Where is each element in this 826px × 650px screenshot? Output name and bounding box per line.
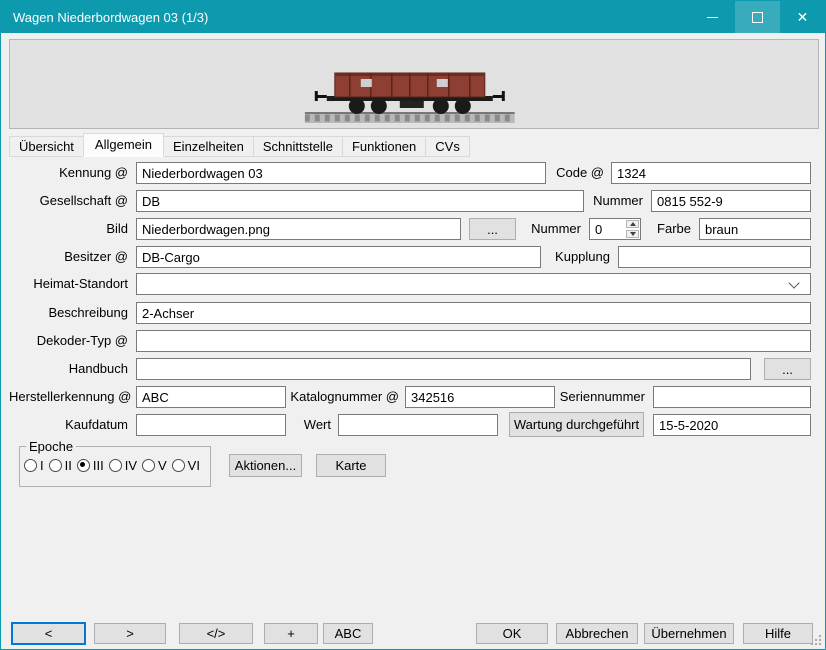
epoche-radio-5-label: V	[158, 458, 167, 473]
besitzer-input[interactable]	[136, 246, 541, 268]
chevron-down-icon	[788, 277, 799, 288]
stepper-down-button[interactable]	[626, 230, 639, 238]
gesellschaft-input[interactable]	[136, 190, 584, 212]
karte-button[interactable]: Karte	[316, 454, 386, 477]
beschreibung-input[interactable]	[136, 302, 811, 324]
epoche-radio-3[interactable]: III	[77, 458, 104, 473]
herstellerkennung-input[interactable]	[136, 386, 286, 408]
nummer-input[interactable]	[651, 190, 811, 212]
radio-icon	[172, 459, 185, 472]
uebernehmen-button[interactable]: Übernehmen	[644, 623, 734, 644]
handbuch-label: Handbuch	[9, 361, 128, 376]
radio-icon	[77, 459, 90, 472]
abc-button[interactable]: ABC	[323, 623, 373, 644]
resize-grip[interactable]	[811, 635, 821, 645]
epoche-radio-2-label: II	[65, 458, 72, 473]
kaufdatum-input[interactable]	[136, 414, 286, 436]
epoche-options: I II III IV V VI	[24, 458, 206, 473]
stepper-buttons	[625, 219, 640, 239]
aktionen-button[interactable]: Aktionen...	[229, 454, 302, 477]
seriennummer-input[interactable]	[653, 386, 811, 408]
katalognummer-label: Katalognummer @	[289, 389, 399, 404]
code-input[interactable]	[611, 162, 811, 184]
abbrechen-button[interactable]: Abbrechen	[556, 623, 638, 644]
epoche-group: Epoche I II III IV V	[19, 439, 211, 487]
wagon-photo-panel	[9, 39, 819, 129]
epoche-radio-2[interactable]: II	[49, 458, 72, 473]
kennung-label: Kennung @	[9, 165, 128, 180]
epoche-radio-1[interactable]: I	[24, 458, 44, 473]
wagon-editor-dialog: Wagen Niederbordwagen 03 (1/3) ✕	[0, 0, 826, 650]
nav-next-button[interactable]: >	[94, 623, 166, 644]
epoche-radio-5[interactable]: V	[142, 458, 167, 473]
tab-allgemein[interactable]: Allgemein	[83, 133, 164, 157]
minimize-button[interactable]	[690, 1, 735, 33]
bild-browse-button[interactable]: ...	[469, 218, 516, 240]
bild-nummer-input[interactable]	[590, 219, 625, 239]
kupplung-label: Kupplung	[544, 249, 610, 264]
kennung-input[interactable]	[136, 162, 546, 184]
kaufdatum-label: Kaufdatum	[9, 417, 128, 432]
besitzer-label: Besitzer @	[9, 249, 128, 264]
wert-label: Wert	[296, 417, 331, 432]
stepper-up-button[interactable]	[626, 220, 639, 228]
tab-cvs[interactable]: CVs	[425, 136, 470, 157]
titlebar[interactable]: Wagen Niederbordwagen 03 (1/3) ✕	[1, 1, 825, 33]
epoche-radio-4[interactable]: IV	[109, 458, 137, 473]
bild-label: Bild	[9, 221, 128, 236]
epoche-radio-4-label: IV	[125, 458, 137, 473]
tab-schnittstelle[interactable]: Schnittstelle	[253, 136, 343, 157]
tab-uebersicht[interactable]: Übersicht	[9, 136, 84, 157]
bild-nummer-stepper	[589, 218, 641, 240]
heimat-standort-label: Heimat-Standort	[9, 276, 128, 291]
wert-input[interactable]	[338, 414, 498, 436]
epoche-radio-1-label: I	[40, 458, 44, 473]
epoche-legend: Epoche	[26, 439, 76, 454]
maximize-button[interactable]	[735, 1, 780, 33]
nummer-label: Nummer	[581, 193, 643, 208]
ok-button[interactable]: OK	[476, 623, 548, 644]
close-icon: ✕	[797, 10, 809, 24]
epoche-radio-3-label: III	[93, 458, 104, 473]
katalognummer-input[interactable]	[405, 386, 555, 408]
arrow-down-icon	[630, 232, 636, 236]
add-button[interactable]: +	[264, 623, 318, 644]
dekoder-typ-label: Dekoder-Typ @	[9, 333, 128, 348]
wartung-durchgefuehrt-button[interactable]: Wartung durchgeführt	[509, 412, 644, 437]
wartung-datum-input[interactable]	[653, 414, 811, 436]
window-controls: ✕	[690, 1, 825, 33]
radio-icon	[142, 459, 155, 472]
kupplung-input[interactable]	[618, 246, 811, 268]
gesellschaft-label: Gesellschaft @	[9, 193, 128, 208]
bild-nummer-label: Nummer	[521, 221, 581, 236]
tab-funktionen[interactable]: Funktionen	[342, 136, 426, 157]
dekoder-typ-input[interactable]	[136, 330, 811, 352]
epoche-radio-6[interactable]: VI	[172, 458, 200, 473]
code-label: Code @	[546, 165, 604, 180]
hilfe-button[interactable]: Hilfe	[743, 623, 813, 644]
nav-previous-button[interactable]: <	[11, 622, 86, 645]
radio-icon	[49, 459, 62, 472]
beschreibung-label: Beschreibung	[9, 305, 128, 320]
minimize-icon	[707, 17, 718, 18]
radio-icon	[109, 459, 122, 472]
handbuch-browse-button[interactable]: ...	[764, 358, 811, 380]
herstellerkennung-label: Herstellerkennung @	[9, 389, 128, 404]
radio-icon	[24, 459, 37, 472]
seriennummer-label: Seriennummer	[557, 389, 645, 404]
wagon-image	[305, 58, 515, 126]
close-button[interactable]: ✕	[780, 1, 825, 33]
tab-bar: Übersicht Allgemein Einzelheiten Schnitt…	[9, 133, 469, 157]
window-title: Wagen Niederbordwagen 03 (1/3)	[1, 10, 208, 25]
farbe-input[interactable]	[699, 218, 811, 240]
bild-input[interactable]	[136, 218, 461, 240]
heimat-standort-select[interactable]	[136, 273, 811, 295]
handbuch-input[interactable]	[136, 358, 751, 380]
epoche-radio-6-label: VI	[188, 458, 200, 473]
maximize-icon	[752, 12, 763, 23]
arrow-up-icon	[630, 222, 636, 226]
farbe-label: Farbe	[647, 221, 691, 236]
nav-code-button[interactable]: </>	[179, 623, 253, 644]
tab-einzelheiten[interactable]: Einzelheiten	[163, 136, 254, 157]
